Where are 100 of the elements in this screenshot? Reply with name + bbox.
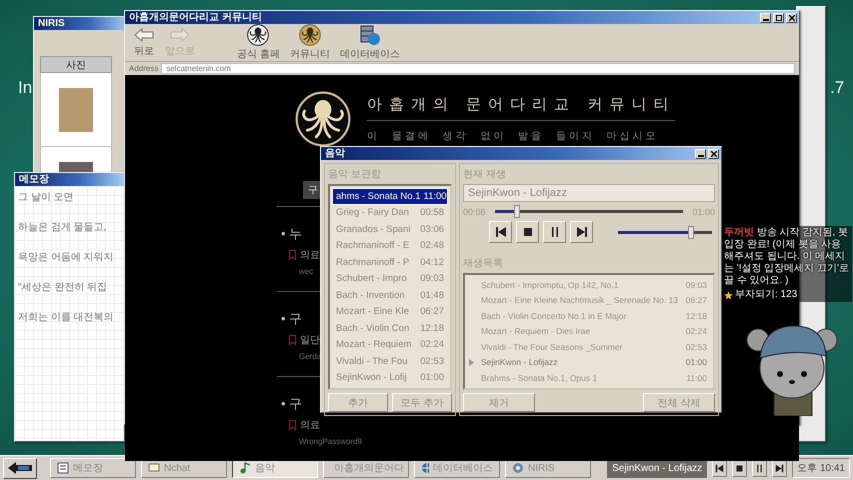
track-title: Mozart - Eine Kle xyxy=(336,306,409,318)
playlist-item[interactable]: SejinKwon - Lofijazz 01:00 xyxy=(467,354,711,370)
playlist-item[interactable]: Bach - Violin Concerto No.1 in E Major 12:18 xyxy=(467,308,711,324)
track-title: Schubert - Impro xyxy=(336,273,407,284)
track-title: Vivaldi - The Fou xyxy=(336,356,408,367)
toolbar-button[interactable]: 커뮤니티 xyxy=(288,24,332,61)
track-duration: 01:00 xyxy=(420,372,444,384)
slider-thumb[interactable] xyxy=(688,226,694,238)
post-snippet: 의료 xyxy=(300,249,320,262)
track-duration: 01:48 xyxy=(420,290,444,301)
octopus-emblem-icon xyxy=(247,24,270,46)
track-title: SejinKwon - Lofijazz xyxy=(481,357,559,368)
close-button[interactable] xyxy=(786,12,797,22)
clear-all-button[interactable]: 전체 삭제 xyxy=(643,393,715,412)
playlist-item[interactable]: Vivaldi - The Four Seasons _Summer 02:53 xyxy=(467,339,711,354)
stop-icon xyxy=(522,226,534,238)
post-title[interactable]: • 구 xyxy=(281,395,321,413)
library-item[interactable]: SejinKwon - Lofij 01:00 xyxy=(332,370,448,386)
star-icon xyxy=(724,290,733,300)
library-item[interactable]: Schubert - Impro 09:03 xyxy=(332,270,448,287)
track-duration: 02:53 xyxy=(420,356,444,367)
pause-button[interactable] xyxy=(543,221,566,243)
post-snippet: 의료 xyxy=(300,419,320,432)
track-title: Mozart - Requiem - Dies Irae xyxy=(481,326,592,336)
back-arrow-icon xyxy=(133,27,155,43)
maximize-icon xyxy=(776,14,782,20)
library-item[interactable]: ahms - Sonata No.1 11:00 xyxy=(332,188,448,204)
post-title[interactable]: • 구 xyxy=(281,310,321,328)
track-duration: 09:03 xyxy=(420,273,444,284)
back-button[interactable]: 뒤로 xyxy=(131,27,157,58)
library-item[interactable]: Granados - Spani 03:06 xyxy=(332,221,448,238)
memo-line: 욕망은 어둠에 지워지 xyxy=(18,251,115,264)
track-title: Mozart - Eine Kleine Nachtmusik _ Serenade No. 13 xyxy=(481,295,680,306)
total-time: 01:00 xyxy=(692,206,715,216)
pause-icon xyxy=(755,464,764,472)
close-icon xyxy=(788,14,794,20)
track-title: Grieg - Fairy Dan xyxy=(336,207,409,218)
track-title: ahms - Sonata No.1 xyxy=(336,190,420,202)
library-item[interactable]: Rachmaninoff - P 04:12 xyxy=(332,254,448,270)
address-field[interactable]: selcatnetenin.com xyxy=(161,63,795,74)
memo-line: 저희는 이를 대전복의 xyxy=(18,311,115,324)
track-duration: 12:18 xyxy=(686,310,707,321)
minimize-button[interactable] xyxy=(760,12,771,22)
bookmark-icon xyxy=(289,250,296,260)
stop-icon xyxy=(735,464,744,472)
track-title: SejinKwon - Lofij xyxy=(336,372,407,384)
playlist-item[interactable]: Brahms - Sonata No.1, Opus 1 11:00 xyxy=(467,370,711,386)
library-item[interactable]: Bach - Invention 01:48 xyxy=(332,287,448,304)
library-item[interactable]: Grieg - Fairy Dan 00:58 xyxy=(332,204,448,221)
close-button[interactable] xyxy=(708,148,719,158)
address-label: Address xyxy=(129,64,158,73)
track-title: Rachmaninoff - E xyxy=(336,240,410,252)
skip-forward-icon xyxy=(576,226,588,238)
track-title: Schubert - Impromptu, Op 142, No.1 xyxy=(481,280,620,290)
slider-thumb[interactable] xyxy=(514,205,520,218)
post-author: wec xyxy=(299,267,314,277)
track-duration: 11:00 xyxy=(686,372,707,383)
toolbar-button[interactable]: 공식 홈페 xyxy=(235,24,282,61)
section-label: 현재 재생 xyxy=(463,168,507,181)
previous-button[interactable] xyxy=(489,221,512,243)
skip-back-icon xyxy=(715,464,724,472)
library-item[interactable]: Bach - Violin Con 12:18 xyxy=(332,320,448,336)
track-duration: 02:24 xyxy=(686,326,707,336)
track-title: Bach - Invention xyxy=(336,290,405,301)
points-text: 부자되기: 123 xyxy=(735,289,798,301)
track-duration: 03:06 xyxy=(420,224,444,235)
memo-text-area[interactable]: 그 날이 오면 하늘은 검게 물들고, 욕망은 어둠에 지워지 "세상은 완전히 뒤집 저희는 이를 대전복의 xyxy=(15,186,124,441)
track-title: Vivaldi - The Four Seasons _Summer xyxy=(481,342,624,352)
music-note-icon xyxy=(239,462,251,474)
toolbar-button[interactable]: 데이터베이스 xyxy=(338,24,402,61)
track-title: Brahms - Sonata No.1, Opus 1 xyxy=(481,372,598,383)
photo-placeholder xyxy=(59,88,93,132)
stop-button[interactable] xyxy=(516,221,539,243)
maximize-button[interactable] xyxy=(773,12,784,22)
add-button[interactable]: 추가 xyxy=(328,393,388,412)
forward-arrow-icon xyxy=(169,27,191,43)
playlist-item[interactable]: Mozart - Eine Kleine Nachtmusik _ Serenade No. 13 06:27 xyxy=(467,292,711,308)
site-title: 아홉개의 문어다리교 커뮤니티 xyxy=(367,95,676,121)
playlist-item[interactable]: Mozart - Requiem - Dies Irae 02:24 xyxy=(467,324,711,339)
minimize-button[interactable] xyxy=(695,148,706,158)
octopus-logo-icon xyxy=(295,91,351,147)
skip-forward-icon xyxy=(775,464,784,472)
library-item[interactable]: Mozart - Eine Kle 06:27 xyxy=(332,304,448,320)
octopus-medallion-icon xyxy=(298,24,321,46)
add-all-button[interactable]: 모두 추가 xyxy=(392,393,452,412)
playlist-item[interactable]: Schubert - Impromptu, Op 142, No.1 09:03 xyxy=(467,277,711,292)
start-button[interactable] xyxy=(3,458,37,478)
section-label: 음악 보관함 xyxy=(328,168,382,181)
library-item[interactable]: Rachmaninoff - E 02:48 xyxy=(332,238,448,254)
now-playing-field: SejinKwon - Lofijazz xyxy=(463,184,715,202)
close-icon xyxy=(710,150,716,156)
next-button[interactable] xyxy=(570,221,593,243)
library-item[interactable]: Vivaldi - The Fou 02:53 xyxy=(332,353,448,370)
database-icon xyxy=(358,24,381,46)
library-item[interactable]: Mozart - Requiem 02:24 xyxy=(332,336,448,353)
track-duration: 06:27 xyxy=(420,306,444,318)
gear-icon xyxy=(512,462,524,474)
taskbar-button[interactable]: 메모장 xyxy=(50,458,136,478)
post-title[interactable]: • 누 xyxy=(281,225,321,243)
remove-button[interactable]: 제거 xyxy=(463,393,535,412)
